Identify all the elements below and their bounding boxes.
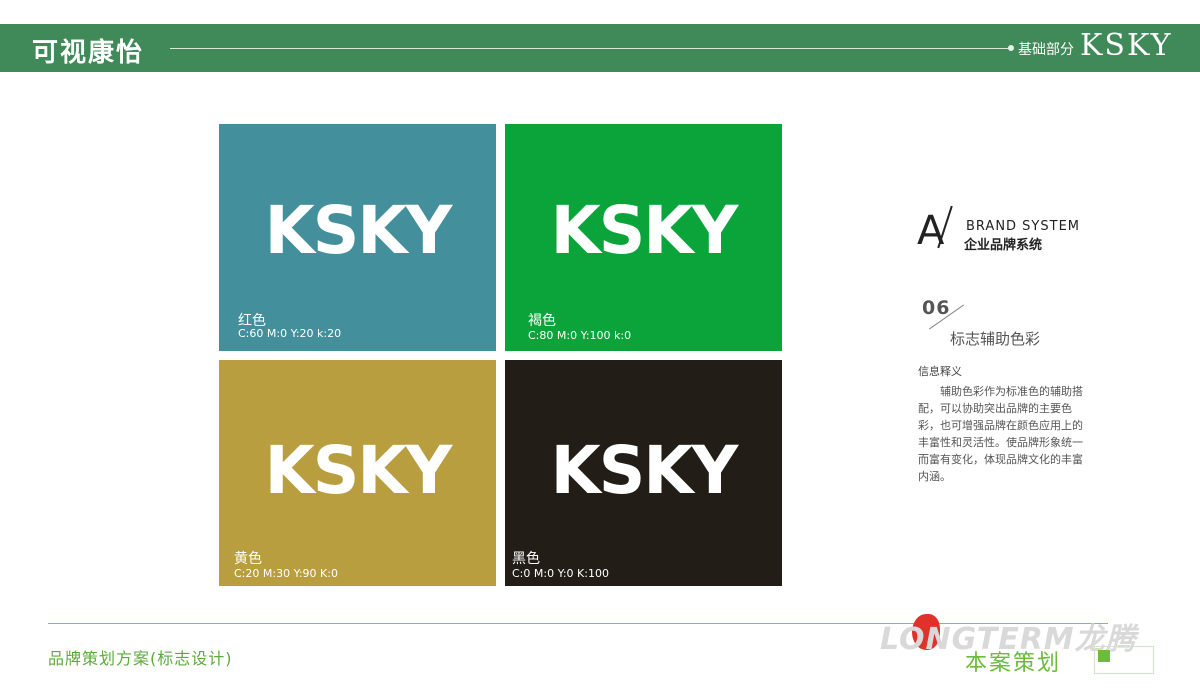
header-title: 可视康怡 [32, 38, 145, 68]
section-letter: A [917, 208, 945, 254]
card-color-name: 褐色 [528, 313, 556, 329]
brand-system-label: BRAND SYSTEM [966, 219, 1081, 234]
card-logo: KSKY [550, 432, 739, 509]
card-cmyk-value: C:20 M:30 Y:90 K:0 [234, 567, 338, 580]
card-logo: KSKY [550, 192, 739, 269]
header-divider [170, 48, 1010, 49]
color-card-teal: KSKY 红色 C:60 M:0 Y:20 k:20 [219, 124, 496, 351]
card-color-name: 黑色 [512, 551, 540, 567]
card-logo: KSKY [264, 432, 453, 509]
card-cmyk-value: C:60 M:0 Y:20 k:20 [238, 327, 342, 340]
section-title: 标志辅助色彩 [950, 330, 1041, 348]
info-heading: 信息释义 [918, 365, 962, 378]
color-card-green: KSKY 褐色 C:80 M:0 Y:100 k:0 [505, 124, 782, 351]
brand-system-label-cn: 企业品牌系统 [964, 238, 1043, 253]
card-logo: KSKY [264, 192, 453, 269]
footer-plan-title: 品牌策划方案(标志设计) [48, 649, 233, 668]
card-cmyk-value: C:80 M:0 Y:100 k:0 [528, 329, 632, 342]
company-badge [1094, 646, 1154, 674]
color-card-gold: KSKY 黄色 C:20 M:30 Y:90 K:0 [219, 360, 496, 586]
header-band: 可视康怡 基础部分 KSKY [0, 24, 1200, 72]
header-brand: KSKY [1080, 28, 1173, 63]
header-divider-dot [1008, 45, 1014, 51]
info-body: 辅助色彩作为标准色的辅助搭配，可以协助突出品牌的主要色彩，也可增强品牌在颜色应用… [918, 385, 1083, 483]
company-badge-icon [1098, 650, 1110, 662]
color-card-black: KSKY 黑色 C:0 M:0 Y:0 K:100 [505, 360, 782, 586]
card-color-name: 黄色 [234, 551, 262, 567]
header-section-label: 基础部分 [1018, 42, 1074, 58]
footer-slogan: 本案策划 [965, 651, 1062, 676]
card-cmyk-value: C:0 M:0 Y:0 K:100 [512, 567, 609, 580]
